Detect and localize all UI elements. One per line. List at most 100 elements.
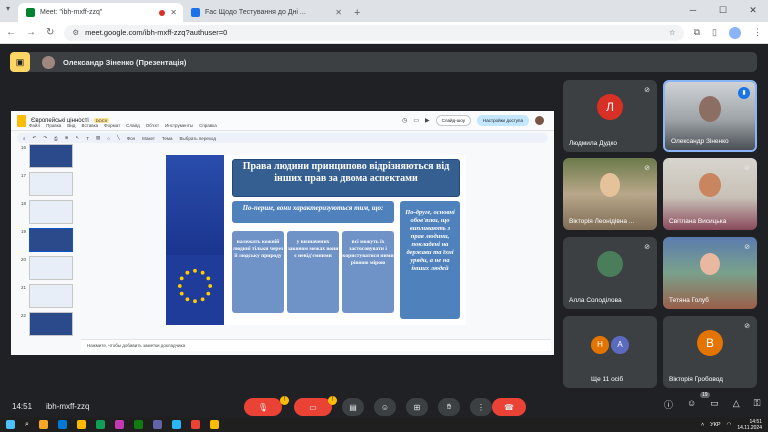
leave-call-button[interactable]: ☎ [492,398,526,416]
menu-item[interactable]: Вид [67,123,75,128]
image-icon[interactable]: ▨ [96,135,100,141]
reload-icon[interactable]: ↻ [46,27,54,38]
clock[interactable]: 14:51 14.11.2024 [737,419,762,431]
chat-icon[interactable]: ▭ [710,398,719,411]
slideshow-button[interactable]: Слайд-шоу [435,115,471,126]
slide-thumbnail[interactable]: 20 [21,256,73,280]
bookmark-star-icon[interactable]: ☆ [669,28,676,37]
host-controls-icon[interactable]: ⚿ [754,398,761,411]
more-participants-tile[interactable]: Н А Ще 11 осіб [563,316,657,388]
line-icon[interactable]: ╲ [117,135,120,141]
avatar-initial: Л [606,100,614,115]
browser-menu-icon[interactable]: ⋮ [753,27,762,38]
redo-icon[interactable]: ↷ [43,135,47,141]
present-button[interactable]: ⊞ [406,398,428,416]
speaker-notes[interactable]: Нажмите, чтобы добавить заметки докладчи… [81,339,551,351]
maximize-icon[interactable]: ☐ [708,0,738,20]
recording-indicator-icon [159,9,165,16]
raise-hand-button[interactable]: ✋︎ [438,398,460,416]
more-options-button[interactable]: ⋮ [470,398,492,416]
participant-tile[interactable]: ⊘ В Вікторія Гробовод [663,316,757,388]
history-icon[interactable]: ◷ [402,117,407,124]
search-icon[interactable]: ⌕ [25,421,29,429]
undo-icon[interactable]: ↶ [33,135,37,141]
camera-toggle-button[interactable]: ▭ [294,398,332,416]
taskbar-app-icon[interactable] [76,420,86,429]
taskbar-app-icon[interactable] [133,420,143,429]
tab-second[interactable]: Fac Щодо Тестування до Дні ... ✕ [183,3,348,22]
activities-icon[interactable]: △ [733,398,740,411]
tab-meet[interactable]: Meet: "ibh-mxff-zzq" ✕ [18,3,183,22]
forward-icon[interactable]: → [26,27,36,38]
slide-thumbnail[interactable]: 21 [21,284,73,308]
meet-call-icon[interactable]: ▶ [425,117,430,124]
slide-thumbnail-selected[interactable]: 19 [21,228,73,252]
tray-chevron-icon[interactable]: ˄ [701,422,704,428]
taskbar-app-icon[interactable] [95,420,105,429]
grouped-avatars: Н А [591,336,629,354]
comments-icon[interactable]: ▭ [413,117,419,124]
taskbar-app-icon[interactable] [114,420,124,429]
shape-icon[interactable]: ○ [107,136,110,141]
participant-tile[interactable]: ▮ Олександр Зіненко [663,80,757,152]
back-icon[interactable]: ← [6,27,16,38]
menu-item[interactable]: Правка [46,123,61,128]
slide-thumbnail[interactable]: 16 [21,144,73,168]
url-field[interactable]: ⚙ meet.google.com/ibh-mxff-zzq?authuser=… [64,24,684,41]
taskbar-app-icon[interactable] [57,420,67,429]
aspect-column-1: належать кожній людині тільки через її л… [232,231,284,313]
menu-item[interactable]: Файл [29,123,40,128]
speaking-indicator-icon: ▮ [738,87,750,99]
menu-item[interactable]: Формат [104,123,120,128]
emoji-button[interactable]: ☺ [374,398,396,416]
account-avatar[interactable] [535,116,544,125]
toolbar-transition-button[interactable]: Выбрать переход [180,136,216,141]
toolbar-background-button[interactable]: Фон [127,136,135,141]
mic-toggle-button[interactable]: 🎙︎ [244,398,282,416]
zoom-icon[interactable]: ⊕ [65,135,69,141]
close-tab-icon[interactable]: ✕ [335,8,342,17]
participant-tile[interactable]: ⊘ Тетяна Голуб [663,237,757,309]
toolbar-theme-button[interactable]: Тема [162,136,173,141]
menu-item[interactable]: Справка [199,123,217,128]
language-indicator[interactable]: УКР [710,422,720,428]
slide-thumbnail[interactable]: 18 [21,200,73,224]
new-tab-button[interactable]: + [354,7,360,19]
menu-item[interactable]: Инструменты [165,123,193,128]
cursor-icon[interactable]: ↖ [75,135,79,141]
print-icon[interactable]: ⎙ [54,136,58,141]
captions-button[interactable]: ▤ [342,398,364,416]
close-tab-icon[interactable]: ✕ [170,8,177,17]
participant-tile[interactable]: ⊘ Світлана Висицька [663,158,757,230]
participant-tile[interactable]: ⊘ Алла Солоділова [563,237,657,309]
current-slide[interactable]: Права людини принципово відрізняються ві… [166,155,466,325]
menu-item[interactable]: Слайд [126,123,140,128]
tab-list-icon[interactable]: ▾ [6,4,10,13]
toolbar-layout-button[interactable]: Макет [142,136,155,141]
taskbar-app-icon[interactable] [190,420,200,429]
sidebar-icon[interactable]: ▯ [712,27,717,38]
meeting-time: 14:51 [12,402,33,411]
slide-thumbnail[interactable]: 17 [21,172,73,196]
taskbar-app-icon[interactable] [171,420,181,429]
site-info-icon[interactable]: ⚙ [72,28,79,37]
participant-tile[interactable]: ⊘ Вікторія Леонідівна ... [563,158,657,230]
extensions-icon[interactable]: ⧉ [694,27,700,38]
info-icon[interactable]: ⓘ [664,398,673,411]
participant-tile[interactable]: ⊘ Л Людмила Дудко [563,80,657,152]
taskbar-app-icon[interactable] [152,420,162,429]
menu-item[interactable]: Об'єкт [146,123,159,128]
wifi-icon[interactable]: ◠ [727,422,732,428]
taskbar-app-icon[interactable] [209,420,219,429]
search-menus-icon[interactable]: ⌕ [23,136,26,141]
minimize-icon[interactable]: ─ [678,0,708,20]
textbox-icon[interactable]: T [86,136,89,141]
profile-avatar[interactable] [729,26,741,39]
slide-thumbnail[interactable]: 22 [21,312,73,336]
share-button[interactable]: Настройки доступа [477,115,529,126]
close-window-icon[interactable]: ✕ [738,0,768,20]
taskbar-app-icon[interactable] [38,420,48,429]
start-icon[interactable] [6,420,15,429]
menu-item[interactable]: Вставка [81,123,98,128]
people-icon[interactable]: ☺ [687,398,696,411]
